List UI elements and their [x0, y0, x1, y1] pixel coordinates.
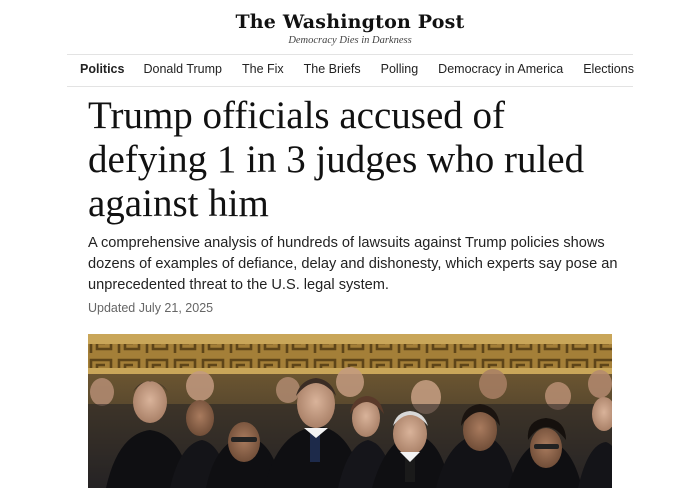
nav-item-elections[interactable]: Elections [583, 62, 634, 76]
article-deck: A comprehensive analysis of hundreds of … [88, 235, 618, 293]
nav-item-democracy-in-america[interactable]: Democracy in America [438, 62, 563, 76]
nav-item-politics[interactable]: Politics [80, 62, 124, 76]
lead-photo[interactable] [88, 334, 612, 488]
site-tagline: Democracy Dies in Darkness [288, 35, 412, 46]
nav-top-divider [67, 54, 633, 55]
nav-item-the-briefs[interactable]: The Briefs [304, 62, 361, 76]
section-nav: Politics Donald Trump The Fix The Briefs… [80, 62, 634, 76]
masthead: The Washington Post Democracy Dies in Da… [0, 10, 700, 48]
site-logo[interactable]: The Washington Post [0, 10, 700, 34]
nav-bottom-divider [67, 86, 633, 87]
article-headline: Trump officials accused of defying 1 in … [88, 94, 585, 225]
nav-item-the-fix[interactable]: The Fix [242, 62, 284, 76]
article-timestamp: Updated July 21, 2025 [88, 301, 214, 315]
nav-item-polling[interactable]: Polling [381, 62, 419, 76]
lead-photo-illustration [88, 334, 612, 488]
nav-item-donald-trump[interactable]: Donald Trump [143, 62, 222, 76]
